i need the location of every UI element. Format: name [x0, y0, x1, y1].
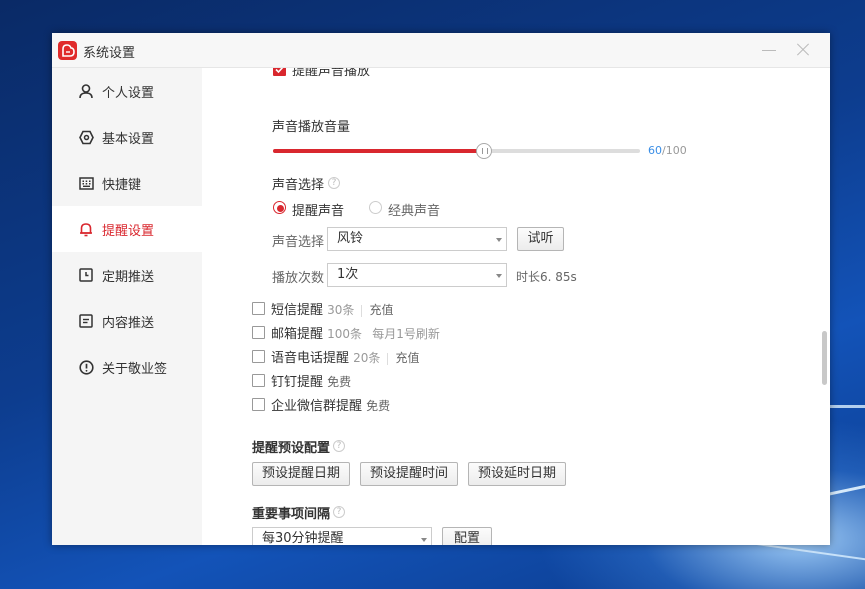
light-beam: [830, 405, 865, 408]
channel-name: 短信提醒: [271, 303, 324, 318]
help-icon[interactable]: ?: [333, 506, 345, 518]
preset-delay-button[interactable]: 预设延时日期: [468, 462, 566, 486]
channel-checkbox[interactable]: [252, 326, 265, 339]
divider: [387, 352, 389, 365]
sidebar-item-scheduled-push[interactable]: 定期推送: [52, 252, 202, 298]
listen-button[interactable]: 试听: [517, 227, 564, 251]
important-section-title: 重要事项间隔: [252, 507, 331, 522]
chevron-down-icon: [496, 238, 502, 242]
close-button[interactable]: [794, 41, 812, 59]
help-icon[interactable]: ?: [333, 440, 345, 452]
channel-row: 钉钉提醒 免费: [252, 370, 652, 394]
volume-label: 声音播放音量: [272, 120, 351, 135]
volume-readout: 60/100: [648, 144, 687, 157]
chevron-down-icon: [421, 538, 427, 542]
channel-checkbox[interactable]: [252, 302, 265, 315]
minimize-button[interactable]: [760, 41, 778, 59]
play-count-label: 播放次数: [272, 271, 325, 286]
sidebar-item-about[interactable]: 关于敬业签: [52, 344, 202, 390]
preset-date-button[interactable]: 预设提醒日期: [252, 462, 350, 486]
play-count-select[interactable]: 1次: [327, 263, 507, 287]
sidebar-item-content-push[interactable]: 内容推送: [52, 298, 202, 344]
channel-row: 语音电话提醒 20条 充值: [252, 346, 652, 370]
sidebar-item-label: 个人设置: [102, 85, 155, 101]
bell-icon: [78, 221, 94, 237]
channel-line: 钉钉提醒 免费: [271, 371, 351, 390]
duration-text: 时长6. 85s: [516, 270, 577, 284]
sidebar-item-label: 提醒设置: [102, 223, 155, 239]
channel-name: 语音电话提醒: [271, 351, 350, 366]
sidebar-item-label: 快捷键: [102, 177, 142, 193]
sidebar-item-label: 定期推送: [102, 269, 155, 285]
channel-checkbox[interactable]: [252, 374, 265, 387]
sound-select-label: 声音选择: [272, 235, 325, 250]
volume-value: 60: [648, 144, 662, 157]
chevron-down-icon: [496, 274, 502, 278]
title-bar: 系统设置: [52, 33, 830, 68]
channel-note: 每月1号刷新: [372, 327, 440, 341]
play-count-value: 1次: [337, 267, 359, 282]
channel-checkbox[interactable]: [252, 350, 265, 363]
help-icon[interactable]: ?: [328, 177, 340, 189]
settings-window: 系统设置 个人设置 基本设置 快捷键 提醒设置 定期推送 内容推送 关于敬业签 …: [52, 33, 830, 545]
volume-slider-fill: [273, 149, 484, 153]
sidebar-item-label: 内容推送: [102, 315, 155, 331]
sound-select[interactable]: 风铃: [327, 227, 507, 251]
sidebar-item-shortcuts[interactable]: 快捷键: [52, 160, 202, 206]
channel-quota: 20条: [353, 351, 381, 365]
important-interval-value: 每30分钟提醒: [262, 531, 344, 545]
app-logo-icon: [58, 41, 77, 60]
channel-name: 邮箱提醒: [271, 327, 324, 342]
sound-choice-label: 声音选择: [272, 178, 325, 193]
info-icon: [78, 359, 94, 375]
important-interval-select[interactable]: 每30分钟提醒: [252, 527, 432, 545]
channel-line: 短信提醒 30条 充值: [271, 299, 393, 318]
keyboard-icon: [78, 175, 94, 191]
channel-quota: 免费: [327, 375, 352, 389]
divider: [361, 304, 363, 317]
channel-line: 语音电话提醒 20条 充值: [271, 347, 419, 366]
reminder-settings-panel: 提醒声音播放 声音播放音量 60/100 声音选择 ? 提醒声音 经典声音 声音…: [202, 68, 830, 545]
channel-action-link[interactable]: 充值: [369, 303, 393, 317]
preset-section-title: 提醒预设配置: [252, 441, 331, 456]
volume-slider-thumb[interactable]: [476, 143, 492, 159]
sidebar-item-personal[interactable]: 个人设置: [52, 68, 202, 114]
channel-row: 邮箱提醒 100条 每月1号刷新: [252, 322, 652, 346]
sidebar-item-label: 关于敬业签: [102, 361, 168, 377]
volume-max: /100: [662, 144, 687, 157]
channel-line: 企业微信群提醒 免费: [271, 395, 390, 414]
channel-line: 邮箱提醒 100条 每月1号刷新: [271, 323, 440, 342]
config-button[interactable]: 配置: [442, 527, 492, 545]
channel-quota: 30条: [327, 303, 355, 317]
channel-name: 钉钉提醒: [271, 375, 324, 390]
scrollbar[interactable]: [822, 331, 827, 385]
channel-name: 企业微信群提醒: [271, 399, 363, 414]
sidebar-item-label: 基本设置: [102, 131, 155, 147]
user-icon: [78, 83, 94, 99]
settings-icon: [78, 129, 94, 145]
window-title: 系统设置: [83, 46, 136, 61]
sound-play-checkbox[interactable]: [273, 68, 286, 76]
clock-icon: [78, 267, 94, 283]
sidebar-item-basic[interactable]: 基本设置: [52, 114, 202, 160]
channel-row: 企业微信群提醒 免费: [252, 394, 652, 418]
channel-quota: 100条: [327, 327, 363, 341]
radio-reminder-sound[interactable]: [273, 201, 286, 214]
channel-quota: 免费: [366, 399, 391, 413]
sound-play-label: 提醒声音播放: [292, 68, 371, 79]
radio-classic-sound-label: 经典声音: [388, 204, 441, 219]
document-icon: [78, 313, 94, 329]
preset-time-button[interactable]: 预设提醒时间: [360, 462, 458, 486]
radio-classic-sound[interactable]: [369, 201, 382, 214]
sidebar: 个人设置 基本设置 快捷键 提醒设置 定期推送 内容推送 关于敬业签: [52, 68, 202, 545]
channel-row: 短信提醒 30条 充值: [252, 298, 652, 322]
channel-action-link[interactable]: 充值: [395, 351, 419, 365]
radio-reminder-sound-label: 提醒声音: [292, 204, 345, 219]
sidebar-item-reminder[interactable]: 提醒设置: [52, 206, 202, 252]
channel-checkbox[interactable]: [252, 398, 265, 411]
sound-select-value: 风铃: [337, 231, 364, 246]
